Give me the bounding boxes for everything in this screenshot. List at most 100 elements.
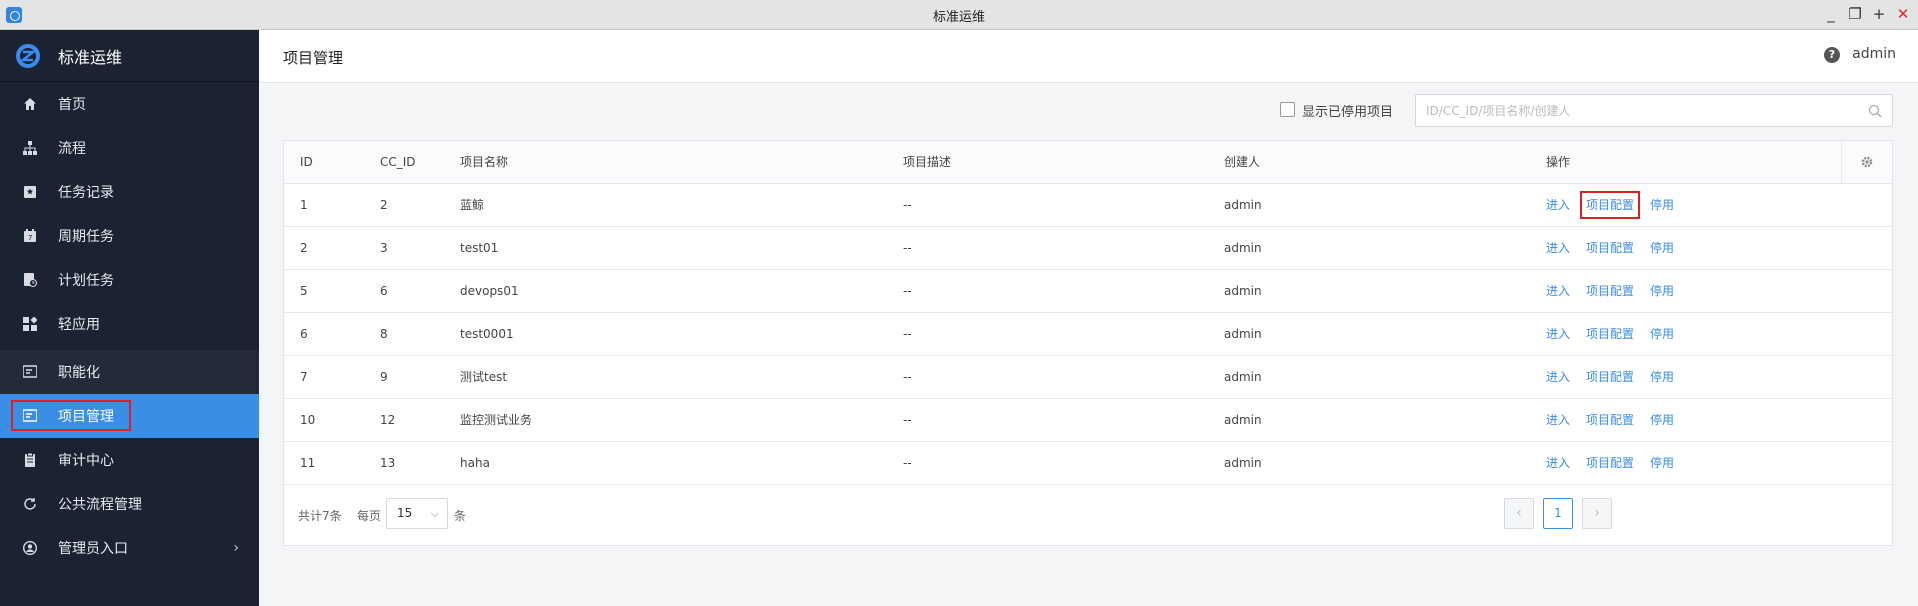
cell-spacer — [1841, 398, 1892, 442]
cell-spacer — [1841, 355, 1892, 399]
show-disabled-checkbox[interactable] — [1280, 102, 1295, 117]
cell-name: 测试test — [444, 355, 887, 399]
project-table: ID CC_ID 项目名称 项目描述 创建人 操作 1 2 蓝鲸 -- admin 进入项… — [283, 140, 1893, 546]
sidebar-item-flow[interactable]: 流程 — [0, 126, 259, 170]
page-button-current[interactable]: 1 — [1543, 498, 1573, 529]
project-config-link[interactable]: 项目配置 — [1586, 241, 1634, 255]
table-row: 1 2 蓝鲸 -- admin 进入 项目配置 停用 — [284, 183, 1892, 227]
cell-id: 7 — [284, 355, 364, 399]
disable-link[interactable]: 停用 — [1650, 284, 1674, 298]
table-settings[interactable] — [1840, 141, 1892, 184]
project-config-link[interactable]: 项目配置 — [1586, 284, 1634, 298]
sidebar-item-label: 周期任务 — [58, 229, 114, 245]
disable-link[interactable]: 停用 — [1650, 327, 1674, 341]
disable-link[interactable]: 停用 — [1650, 241, 1674, 255]
brand-name: 标准运维 — [58, 47, 123, 67]
column-header-actions: 操作 — [1530, 141, 1841, 184]
minimize-button[interactable]: _ — [1824, 4, 1838, 24]
window-controls: _ ❐ + ✕ — [1824, 4, 1910, 24]
table-row: 7 9 测试test -- admin 进入 项目配置 停用 — [284, 355, 1892, 399]
cell-cc-id: 12 — [364, 398, 444, 442]
disable-link[interactable]: 停用 — [1650, 413, 1674, 427]
search-box — [1415, 94, 1893, 127]
total-count: 共计7条 — [298, 509, 342, 523]
cell-actions: 进入 项目配置 停用 — [1530, 355, 1841, 399]
disable-link[interactable]: 停用 — [1650, 456, 1674, 470]
cell-id: 6 — [284, 312, 364, 356]
sidebar: 标准运维 首页 流程 任务记录 7 周期任务 计划任务 轻应用 职能化 项目管理… — [0, 30, 259, 606]
sidebar-item-admin-entry[interactable]: 管理员入口 › — [0, 526, 259, 570]
user-name[interactable]: admin — [1852, 46, 1896, 62]
maximize-button[interactable]: + — [1872, 4, 1886, 24]
pagination: 共计7条 每页 15 ⌵ 条 ‹ 1 › — [284, 483, 1892, 545]
enter-link[interactable]: 进入 — [1546, 413, 1570, 427]
refresh-icon — [22, 496, 38, 512]
window-titlebar: 标准运维 _ ❐ + ✕ — [0, 0, 1918, 30]
restore-button[interactable]: ❐ — [1848, 4, 1862, 24]
cell-desc: -- — [887, 269, 1208, 313]
cell-desc: -- — [887, 226, 1208, 270]
flow-icon — [22, 140, 38, 156]
enter-link[interactable]: 进入 — [1546, 241, 1570, 255]
calendar-icon: 7 — [22, 228, 38, 244]
highlight-box — [1580, 191, 1641, 219]
cell-desc: -- — [887, 183, 1208, 227]
gear-icon[interactable] — [1860, 155, 1874, 169]
sidebar-item-audit[interactable]: 审计中心 — [0, 438, 259, 482]
sidebar-item-function[interactable]: 职能化 — [0, 350, 259, 394]
prev-page-button[interactable]: ‹ — [1504, 498, 1534, 529]
plan-icon — [22, 272, 38, 288]
project-config-link[interactable]: 项目配置 — [1586, 370, 1634, 384]
table-row: 2 3 test01 -- admin 进入 项目配置 停用 — [284, 226, 1892, 270]
disable-link[interactable]: 停用 — [1650, 370, 1674, 384]
close-button[interactable]: ✕ — [1896, 4, 1910, 24]
project-config-link[interactable]: 项目配置 — [1586, 456, 1634, 470]
project-config-link[interactable]: 项目配置 — [1586, 327, 1634, 341]
cell-cc-id: 9 — [364, 355, 444, 399]
highlight-box — [11, 400, 131, 431]
per-page-select[interactable]: 15 ⌵ — [386, 498, 448, 529]
sidebar-item-task-record[interactable]: 任务记录 — [0, 170, 259, 214]
sidebar-item-home[interactable]: 首页 — [0, 82, 259, 126]
enter-link[interactable]: 进入 — [1546, 327, 1570, 341]
cell-desc: -- — [887, 355, 1208, 399]
enter-link[interactable]: 进入 — [1546, 284, 1570, 298]
search-input[interactable] — [1416, 95, 1856, 126]
apps-icon — [22, 316, 38, 332]
help-icon[interactable]: ? — [1824, 47, 1840, 63]
project-config-link[interactable]: 项目配置 — [1586, 413, 1634, 427]
enter-link[interactable]: 进入 — [1546, 456, 1570, 470]
disable-link[interactable]: 停用 — [1650, 198, 1674, 212]
cell-spacer — [1841, 269, 1892, 313]
per-page-value: 15 — [397, 506, 413, 520]
cell-name: 蓝鲸 — [444, 183, 887, 227]
sidebar-item-plan-task[interactable]: 计划任务 — [0, 258, 259, 302]
enter-link[interactable]: 进入 — [1546, 198, 1570, 212]
table-row: 5 6 devops01 -- admin 进入 项目配置 停用 — [284, 269, 1892, 313]
next-page-button[interactable]: › — [1582, 498, 1612, 529]
sidebar-item-periodic-task[interactable]: 7 周期任务 — [0, 214, 259, 258]
brand[interactable]: 标准运维 — [0, 30, 259, 82]
search-icon[interactable] — [1868, 104, 1882, 118]
column-header-desc: 项目描述 — [887, 141, 1208, 184]
sidebar-item-public-flow[interactable]: 公共流程管理 — [0, 482, 259, 526]
function-icon — [22, 364, 38, 380]
enter-link[interactable]: 进入 — [1546, 370, 1570, 384]
sidebar-item-label: 公共流程管理 — [58, 497, 142, 513]
user-circle-icon — [22, 540, 38, 556]
cell-actions: 进入 项目配置 停用 — [1530, 312, 1841, 356]
cell-id: 10 — [284, 398, 364, 442]
cell-creator: admin — [1208, 355, 1530, 399]
sidebar-item-label: 轻应用 — [58, 317, 100, 333]
cell-cc-id: 6 — [364, 269, 444, 313]
show-disabled-label[interactable]: 显示已停用项目 — [1302, 101, 1393, 120]
per-page-unit: 条 — [454, 509, 467, 523]
cell-desc: -- — [887, 441, 1208, 485]
task-record-icon — [22, 184, 38, 200]
cell-spacer — [1841, 312, 1892, 356]
cell-actions: 进入 项目配置 停用 — [1530, 183, 1841, 227]
column-header-id: ID — [284, 141, 364, 184]
sidebar-item-light-app[interactable]: 轻应用 — [0, 302, 259, 346]
cell-id: 1 — [284, 183, 364, 227]
cell-creator: admin — [1208, 183, 1530, 227]
